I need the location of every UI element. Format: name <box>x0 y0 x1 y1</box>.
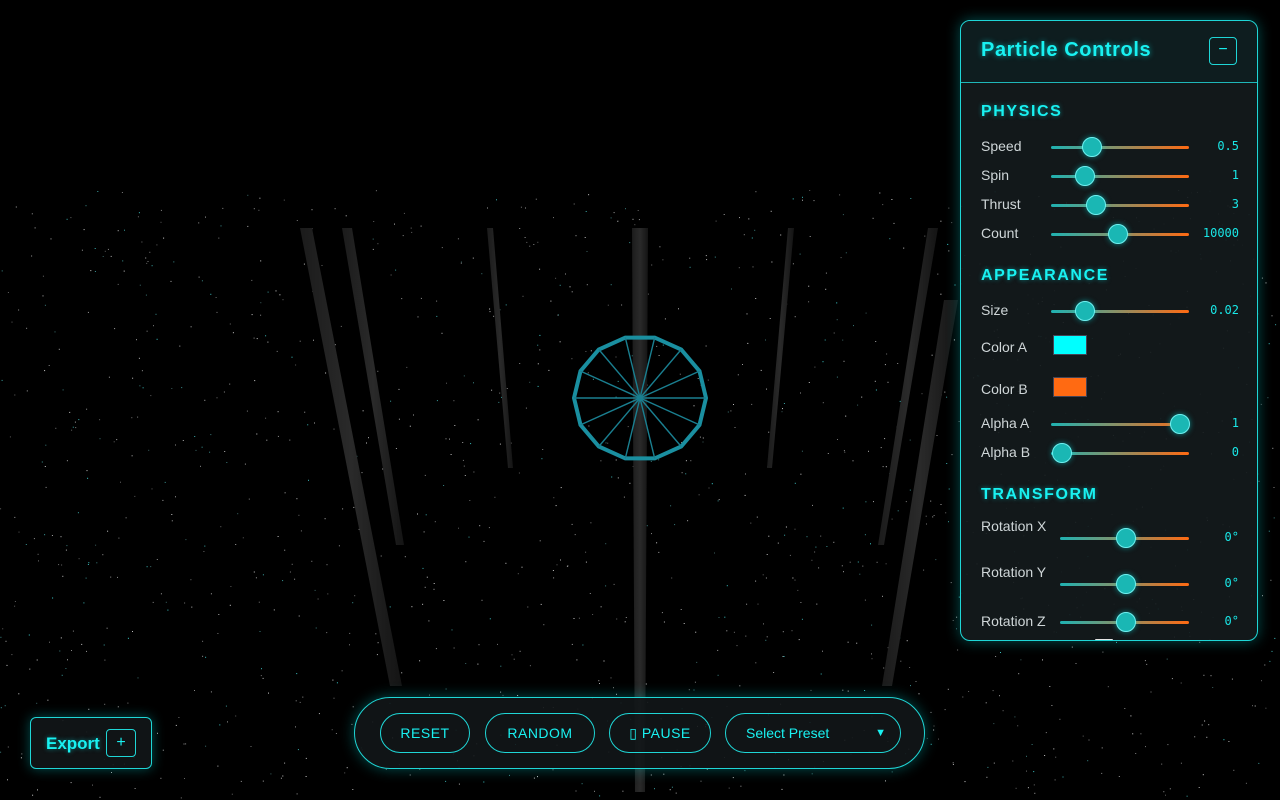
speed-label: Speed <box>981 138 1022 154</box>
size-slider-track[interactable] <box>1051 310 1189 313</box>
alpha-b-slider-track[interactable] <box>1051 452 1189 455</box>
section-title-physics: PHYSICS <box>981 103 1063 120</box>
section-title-appearance: APPEARANCE <box>981 267 1110 284</box>
export-button[interactable]: Export + <box>30 717 152 769</box>
rotation-z-value: 0° <box>1224 614 1239 628</box>
size-value: 0.02 <box>1210 303 1239 317</box>
color-a-control: Color A <box>981 335 1239 360</box>
alpha-b-value: 0 <box>1231 445 1239 459</box>
bottom-toolbar: RESET RANDOM ▯ PAUSE Select Preset ▼ <box>354 697 925 769</box>
alpha-b-control: Alpha B 0 <box>981 441 1239 465</box>
panel-header: Particle Controls − <box>961 21 1257 83</box>
particle-controls-panel: Particle Controls − PHYSICS Speed 0.5 Sp… <box>960 20 1258 641</box>
count-slider-thumb[interactable] <box>1108 224 1129 244</box>
rotation-y-control: Rotation Y 0° <box>981 564 1239 596</box>
thrust-value: 3 <box>1231 197 1239 211</box>
collapse-button[interactable]: − <box>1209 37 1237 65</box>
speed-slider-thumb[interactable] <box>1082 137 1103 157</box>
rotation-z-label: Rotation Z <box>981 613 1046 629</box>
chevron-down-icon: ▼ <box>875 727 886 739</box>
spin-label: Spin <box>981 167 1010 183</box>
size-slider-thumb[interactable] <box>1075 301 1096 321</box>
count-value: 10000 <box>1202 226 1239 240</box>
pause-button[interactable]: ▯ PAUSE <box>609 713 711 753</box>
thrust-control: Thrust 3 <box>981 193 1239 217</box>
alpha-a-control: Alpha A 1 <box>981 412 1239 436</box>
alpha-b-slider-thumb[interactable] <box>1051 443 1072 463</box>
preset-select-value: Select Preset <box>746 725 830 741</box>
alpha-b-label: Alpha B <box>981 444 1031 460</box>
speed-value: 0.5 <box>1217 139 1239 153</box>
color-b-swatch[interactable] <box>1053 377 1087 397</box>
export-label: Export <box>46 734 100 753</box>
wheel-spoke <box>639 370 700 399</box>
rotation-y-value: 0° <box>1224 576 1239 590</box>
random-button[interactable]: RANDOM <box>485 713 595 753</box>
rotation-x-label: Rotation X <box>981 518 1047 534</box>
thrust-label: Thrust <box>981 196 1021 212</box>
spin-value: 1 <box>1231 168 1239 182</box>
section-title-transform: TRANSFORM <box>981 486 1098 503</box>
size-label: Size <box>981 302 1009 318</box>
rotation-x-slider-thumb[interactable] <box>1115 528 1136 548</box>
beam <box>878 228 938 545</box>
panel-scroll-indicator[interactable] <box>1095 639 1113 640</box>
beam <box>342 228 404 545</box>
count-label: Count <box>981 225 1019 241</box>
panel-title: Particle Controls <box>981 39 1152 61</box>
wheel-spoke <box>580 370 641 399</box>
spin-slider-track[interactable] <box>1051 175 1189 178</box>
beam <box>767 228 794 468</box>
color-b-control: Color B <box>981 377 1239 402</box>
wheel-spoke <box>639 397 700 426</box>
reset-button[interactable]: RESET <box>380 713 470 753</box>
beam <box>487 228 513 468</box>
rotation-x-value: 0° <box>1224 530 1239 544</box>
speed-slider-track[interactable] <box>1051 146 1189 149</box>
spin-slider-thumb[interactable] <box>1075 166 1096 186</box>
color-b-label: Color B <box>981 381 1028 397</box>
spin-control: Spin 1 <box>981 164 1239 188</box>
preset-select[interactable]: Select Preset ▼ <box>725 713 901 753</box>
speed-control: Speed 0.5 <box>981 135 1239 159</box>
alpha-a-label: Alpha A <box>981 415 1030 431</box>
rotation-y-label: Rotation Y <box>981 564 1047 580</box>
beam <box>882 300 958 686</box>
color-a-label: Color A <box>981 339 1027 355</box>
count-control: Count 10000 <box>981 222 1239 246</box>
alpha-a-slider-thumb[interactable] <box>1170 414 1191 434</box>
thrust-slider-track[interactable] <box>1051 204 1189 207</box>
thrust-slider-thumb[interactable] <box>1086 195 1107 215</box>
alpha-a-slider-track[interactable] <box>1051 423 1189 426</box>
alpha-a-value: 1 <box>1231 416 1239 430</box>
size-control: Size 0.02 <box>981 299 1239 323</box>
color-a-swatch[interactable] <box>1053 335 1087 355</box>
rotation-x-control: Rotation X 0° <box>981 518 1239 550</box>
plus-icon[interactable]: + <box>106 729 136 757</box>
wheel-spoke <box>580 397 641 426</box>
rotation-z-slider-thumb[interactable] <box>1115 612 1136 632</box>
rotation-y-slider-thumb[interactable] <box>1115 574 1136 594</box>
rotation-z-control: Rotation Z 0° <box>981 610 1239 634</box>
